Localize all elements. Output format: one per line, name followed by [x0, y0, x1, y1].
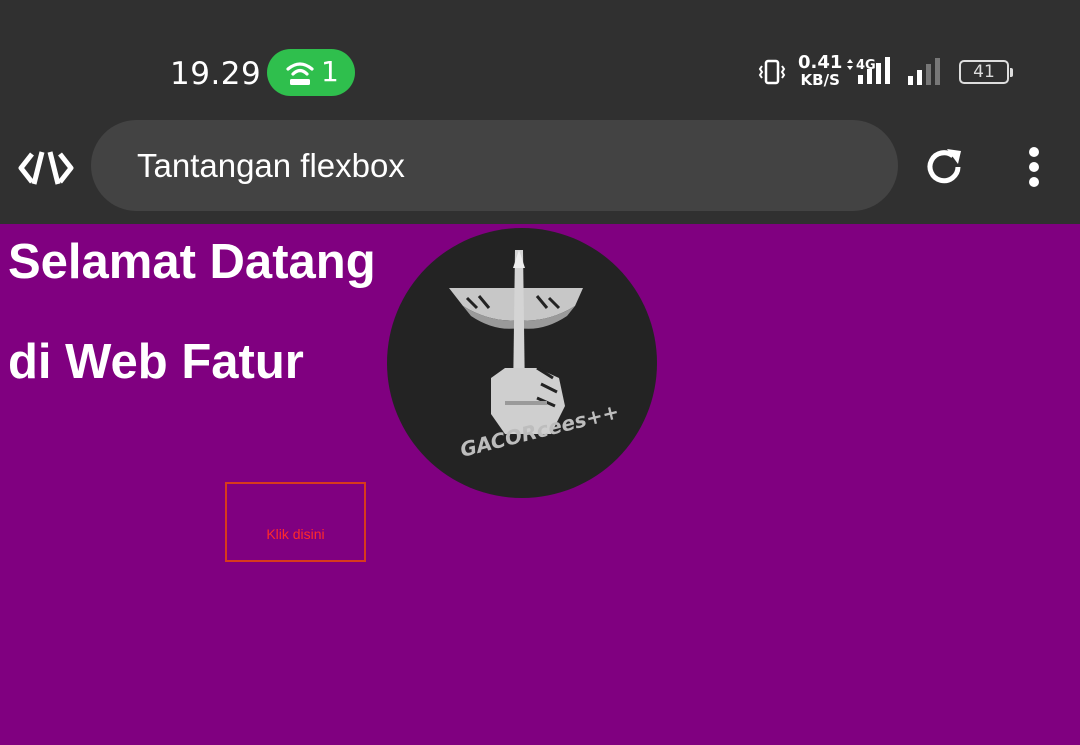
browser-toolbar: Tantangan flexbox: [0, 112, 1080, 224]
page-content: Selamat Datang di Web Fatur GACORcees++ …: [0, 224, 1080, 745]
network-speed: 0.41 KB/S: [798, 52, 843, 89]
network-type-label: 4G: [856, 58, 876, 73]
reload-icon[interactable]: [922, 145, 966, 189]
status-bar: 19.29 1 0.41 KB/S 4G 41: [0, 0, 1080, 112]
heading-line-2: di Web Fatur: [8, 335, 304, 389]
code-icon[interactable]: [18, 146, 74, 190]
status-time: 19.29: [170, 56, 262, 92]
wifi-hotspot-icon: [286, 62, 314, 85]
page-title: Tantangan flexbox: [137, 147, 405, 184]
battery-icon: 41: [959, 60, 1013, 84]
signal-icon: 4G: [847, 57, 890, 84]
svg-text:GACORcees++: GACORcees++: [458, 399, 622, 456]
heading-line-1: Selamat Datang: [8, 235, 376, 289]
hotspot-badge: 1: [267, 49, 355, 96]
more-vert-icon[interactable]: [1024, 145, 1044, 189]
signal-icon: [908, 58, 940, 85]
hotspot-count: 1: [321, 55, 339, 88]
vibrate-icon: [758, 59, 786, 85]
klik-disini-button[interactable]: Klik disini: [225, 482, 366, 562]
logo-text: GACORcees++: [458, 399, 622, 456]
logo-icon: [449, 250, 583, 434]
logo-image: GACORcees++: [387, 228, 657, 498]
network-speed-unit: KB/S: [800, 71, 840, 89]
address-bar[interactable]: Tantangan flexbox: [91, 120, 898, 211]
battery-level: 41: [973, 62, 995, 82]
network-speed-value: 0.41: [798, 52, 843, 73]
